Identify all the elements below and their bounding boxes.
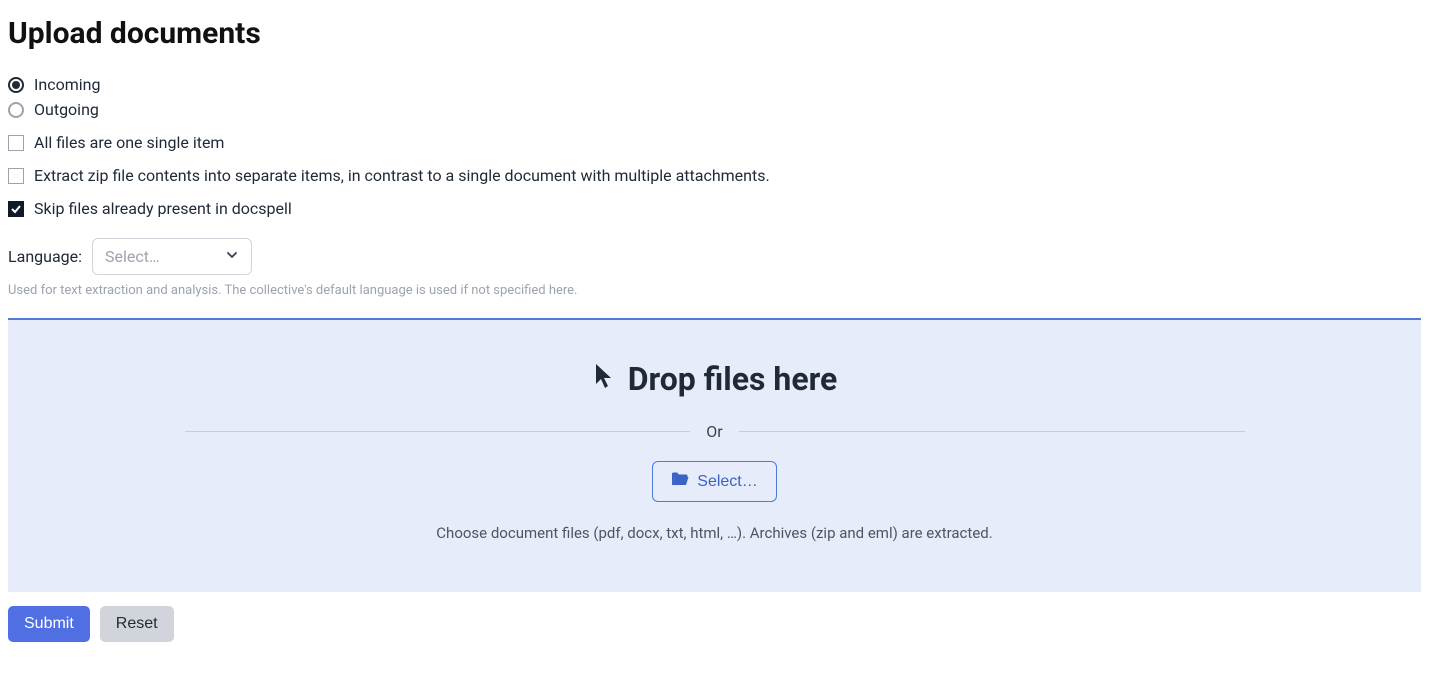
checkbox-single-item-label[interactable]: All files are one single item — [34, 133, 224, 152]
language-help: Used for text extraction and analysis. T… — [8, 283, 1421, 298]
action-buttons: Submit Reset — [8, 606, 1421, 642]
options-block: Incoming Outgoing All files are one sing… — [8, 75, 1421, 298]
direction-incoming-row[interactable]: Incoming — [8, 75, 1421, 94]
pointer-icon — [592, 360, 616, 398]
submit-button[interactable]: Submit — [8, 606, 90, 642]
checkbox-extract-zip-label[interactable]: Extract zip file contents into separate … — [34, 166, 770, 185]
dropzone-help: Choose document files (pdf, docx, txt, h… — [28, 524, 1401, 542]
extract-zip-row[interactable]: Extract zip file contents into separate … — [8, 166, 1421, 185]
single-item-row[interactable]: All files are one single item — [8, 133, 1421, 152]
direction-outgoing-row[interactable]: Outgoing — [8, 100, 1421, 119]
radio-outgoing-label[interactable]: Outgoing — [34, 100, 99, 119]
folder-open-icon — [671, 471, 689, 492]
dropzone-or: Or — [706, 422, 722, 441]
radio-outgoing[interactable] — [8, 102, 24, 118]
reset-button[interactable]: Reset — [100, 606, 174, 642]
radio-incoming-label[interactable]: Incoming — [34, 75, 100, 94]
divider-line-right — [739, 431, 1245, 432]
language-label: Language: — [8, 247, 82, 266]
select-files-label: Select… — [697, 473, 757, 491]
language-select[interactable]: Select… — [92, 238, 252, 275]
dropzone-divider: Or — [185, 422, 1245, 441]
dropzone-title: Drop files here — [628, 360, 838, 398]
divider-line-left — [185, 431, 691, 432]
chevron-down-icon — [225, 247, 239, 266]
page-title: Upload documents — [8, 16, 1421, 51]
checkbox-extract-zip[interactable] — [8, 168, 24, 184]
select-files-button[interactable]: Select… — [652, 461, 776, 502]
checkbox-skip-duplicates-label[interactable]: Skip files already present in docspell — [34, 199, 292, 218]
skip-duplicates-row[interactable]: Skip files already present in docspell — [8, 199, 1421, 218]
language-row: Language: Select… — [8, 238, 1421, 275]
radio-incoming[interactable] — [8, 77, 24, 93]
language-select-placeholder: Select… — [105, 247, 160, 266]
dropzone[interactable]: Drop files here Or Select… Choose docume… — [8, 318, 1421, 592]
checkbox-skip-duplicates[interactable] — [8, 201, 24, 217]
dropzone-title-row: Drop files here — [28, 360, 1401, 398]
checkbox-single-item[interactable] — [8, 135, 24, 151]
